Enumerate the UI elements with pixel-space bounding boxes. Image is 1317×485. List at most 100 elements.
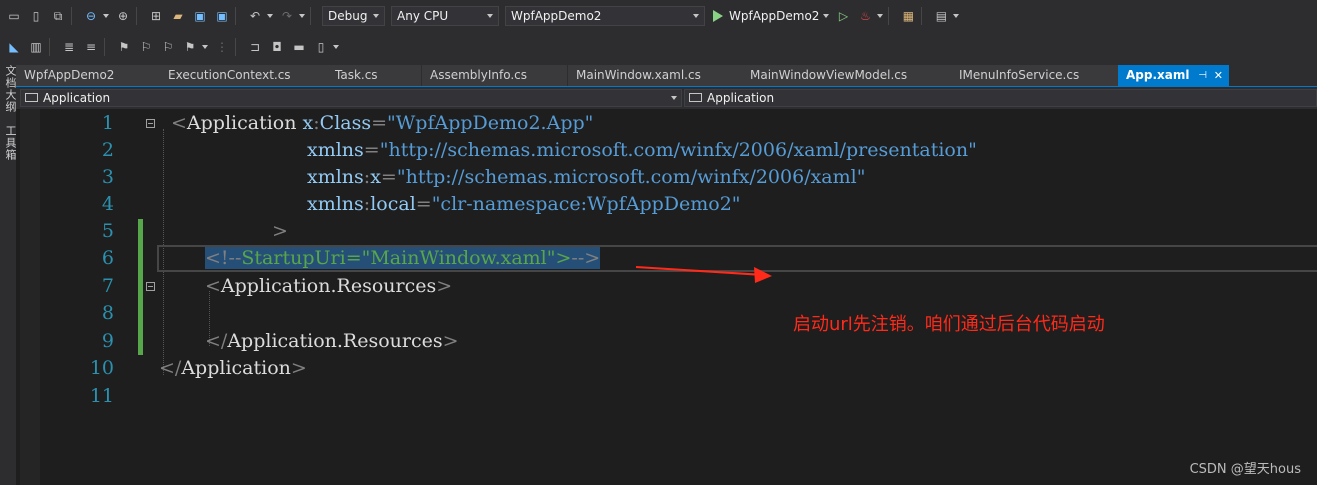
chevron-down-icon[interactable] — [333, 45, 339, 49]
tab-label: Task.cs — [335, 68, 378, 82]
bookmark-icon[interactable]: ⚑ — [116, 39, 132, 55]
code-line-9: </Application.Resources> — [205, 330, 459, 352]
toolbar-separator — [888, 6, 890, 25]
line-number: 1 — [101, 112, 114, 134]
collapse-icon[interactable] — [146, 282, 155, 291]
toolbar-separator — [104, 38, 105, 56]
startup-project-dropdown[interactable]: WpfAppDemo2 — [505, 5, 705, 26]
code-line-1: <Application x:Class="WpfAppDemo2.App" — [171, 112, 594, 134]
configuration-dropdown[interactable]: Debug — [322, 5, 385, 26]
chevron-down-icon[interactable] — [103, 13, 109, 18]
line-number: 2 — [101, 139, 114, 161]
tab-label: WpfAppDemo2 — [24, 68, 115, 82]
tab-task[interactable]: Task.cs — [327, 65, 422, 86]
tab-executioncontext[interactable]: ExecutionContext.cs — [160, 65, 332, 86]
chevron-down-icon[interactable] — [267, 13, 273, 18]
toolbar-separator — [71, 6, 72, 25]
tab-imenuinfoservice[interactable]: IMenuInfoService.cs — [951, 65, 1119, 86]
camera-icon[interactable]: ◘ — [269, 39, 285, 55]
window-icon[interactable]: ▯ — [28, 8, 44, 24]
clear-bookmarks-icon[interactable]: ⚑ — [182, 39, 198, 55]
solution-explorer-icon[interactable]: ▦ — [900, 8, 916, 24]
code-line-7: <Application.Resources> — [205, 275, 453, 297]
save-all-icon[interactable]: ⧉ — [50, 8, 66, 24]
text-editor-toolbar: ◣ ▥ ≣ ≡ ⚑ ⚐ ⚐ ⚑ ⋮ ⊐ ◘ ▬ ▯ — [0, 31, 1317, 63]
code-line-6: <!--StartupUri="MainWindow.xaml">--> — [205, 247, 601, 269]
code-line-2: xmlns="http://schemas.microsoft.com/winf… — [307, 139, 977, 161]
navigation-bar: Application Application — [16, 86, 1317, 109]
collapse-icon[interactable] — [146, 119, 155, 128]
chevron-down-icon[interactable] — [823, 13, 830, 18]
line-number: 10 — [89, 357, 114, 379]
uncomment-icon[interactable]: ⊐ — [247, 39, 263, 55]
tab-app-xaml[interactable]: App.xaml ⊣ ✕ — [1118, 65, 1230, 86]
start-without-debug-icon[interactable]: ▷ — [835, 8, 851, 24]
line-number: 7 — [101, 275, 114, 297]
line-number: 3 — [101, 166, 114, 188]
side-tool-strip: 文档大纲 工具箱 — [0, 63, 17, 485]
save-all-icon[interactable]: ▣ — [214, 8, 230, 24]
increase-indent-icon[interactable]: ≡ — [83, 39, 99, 55]
comment-icon[interactable]: ⋮ — [214, 39, 230, 55]
chevron-down-icon[interactable] — [299, 13, 305, 18]
chevron-down-icon — [671, 96, 677, 100]
chevron-down-icon — [693, 13, 699, 18]
chevron-down-icon[interactable] — [877, 13, 884, 18]
pin-icon[interactable]: ⊣ — [1198, 65, 1207, 86]
previous-bookmark-icon[interactable]: ⚐ — [138, 39, 154, 55]
code-line-5: > — [272, 220, 288, 242]
configuration-value: Debug — [328, 8, 368, 23]
line-number: 5 — [101, 220, 114, 242]
close-icon[interactable]: ✕ — [1214, 65, 1223, 86]
quick-info-icon[interactable]: ◣ — [6, 39, 22, 55]
type-dropdown-value: Application — [43, 91, 111, 105]
start-button[interactable]: WpfAppDemo2 — [713, 9, 830, 23]
watermark: CSDN @望天hous — [1189, 462, 1301, 477]
line-number: 11 — [89, 385, 114, 407]
tab-mainwindowviewmodel[interactable]: MainWindowViewModel.cs — [742, 65, 952, 86]
tab-label: MainWindow.xaml.cs — [576, 68, 701, 82]
decrease-indent-icon[interactable]: ≣ — [61, 39, 77, 55]
chevron-down-icon[interactable] — [202, 45, 208, 49]
annotation-text: 启动url先注销。咱们通过后台代码启动 — [793, 314, 1105, 335]
indicator-margin — [20, 109, 40, 485]
tab-label: IMenuInfoService.cs — [959, 68, 1080, 82]
line-number: 9 — [101, 330, 114, 352]
tab-label: MainWindowViewModel.cs — [750, 68, 908, 82]
save-icon[interactable]: ▣ — [192, 8, 208, 24]
hot-reload-icon[interactable]: ♨ — [857, 8, 873, 24]
next-bookmark-icon[interactable]: ⚐ — [160, 39, 176, 55]
layout-icon[interactable]: ▤ — [933, 8, 949, 24]
toolbar-separator — [49, 38, 50, 56]
tab-assemblyinfo[interactable]: AssemblyInfo.cs — [422, 65, 568, 86]
start-icon — [713, 9, 723, 22]
back-icon[interactable]: ⊖ — [83, 8, 99, 24]
line-number: 8 — [101, 302, 114, 324]
tab-wpfappdemo2[interactable]: WpfAppDemo2 — [16, 65, 161, 86]
toolbar-separator — [235, 38, 236, 56]
open-folder-icon[interactable]: ▰ — [170, 8, 186, 24]
annotation-arrow — [635, 266, 772, 283]
platform-dropdown[interactable]: Any CPU — [391, 5, 499, 26]
chevron-down-icon[interactable] — [953, 13, 960, 18]
type-dropdown[interactable]: Application — [20, 89, 682, 107]
tab-label: ExecutionContext.cs — [168, 68, 291, 82]
toolbar-separator — [235, 6, 236, 25]
code-editor[interactable]: 1 2 3 4 5 6 7 8 9 10 11 <Application x:C… — [16, 109, 1317, 485]
tab-mainwindow-xaml-cs[interactable]: MainWindow.xaml.cs — [568, 65, 743, 86]
member-dropdown[interactable]: Application — [684, 89, 1317, 107]
monitor-icon[interactable]: ▭ — [6, 8, 22, 24]
element-icon — [689, 93, 702, 102]
undo-icon[interactable]: ↶ — [247, 8, 263, 24]
new-project-icon[interactable]: ⊞ — [148, 8, 164, 24]
toolbar-separator — [136, 6, 137, 25]
code-line-4: xmlns:local="clr-namespace:WpfAppDemo2" — [307, 193, 741, 215]
redo-icon[interactable]: ↷ — [279, 8, 295, 24]
console-icon[interactable]: ▬ — [291, 39, 307, 55]
format-icon[interactable]: ▯ — [313, 39, 329, 55]
forward-icon[interactable]: ⊕ — [115, 8, 131, 24]
chevron-down-icon — [373, 13, 379, 18]
tab-label: AssemblyInfo.cs — [430, 68, 528, 82]
parameter-info-icon[interactable]: ▥ — [28, 39, 44, 55]
toolbar-separator — [310, 6, 311, 25]
